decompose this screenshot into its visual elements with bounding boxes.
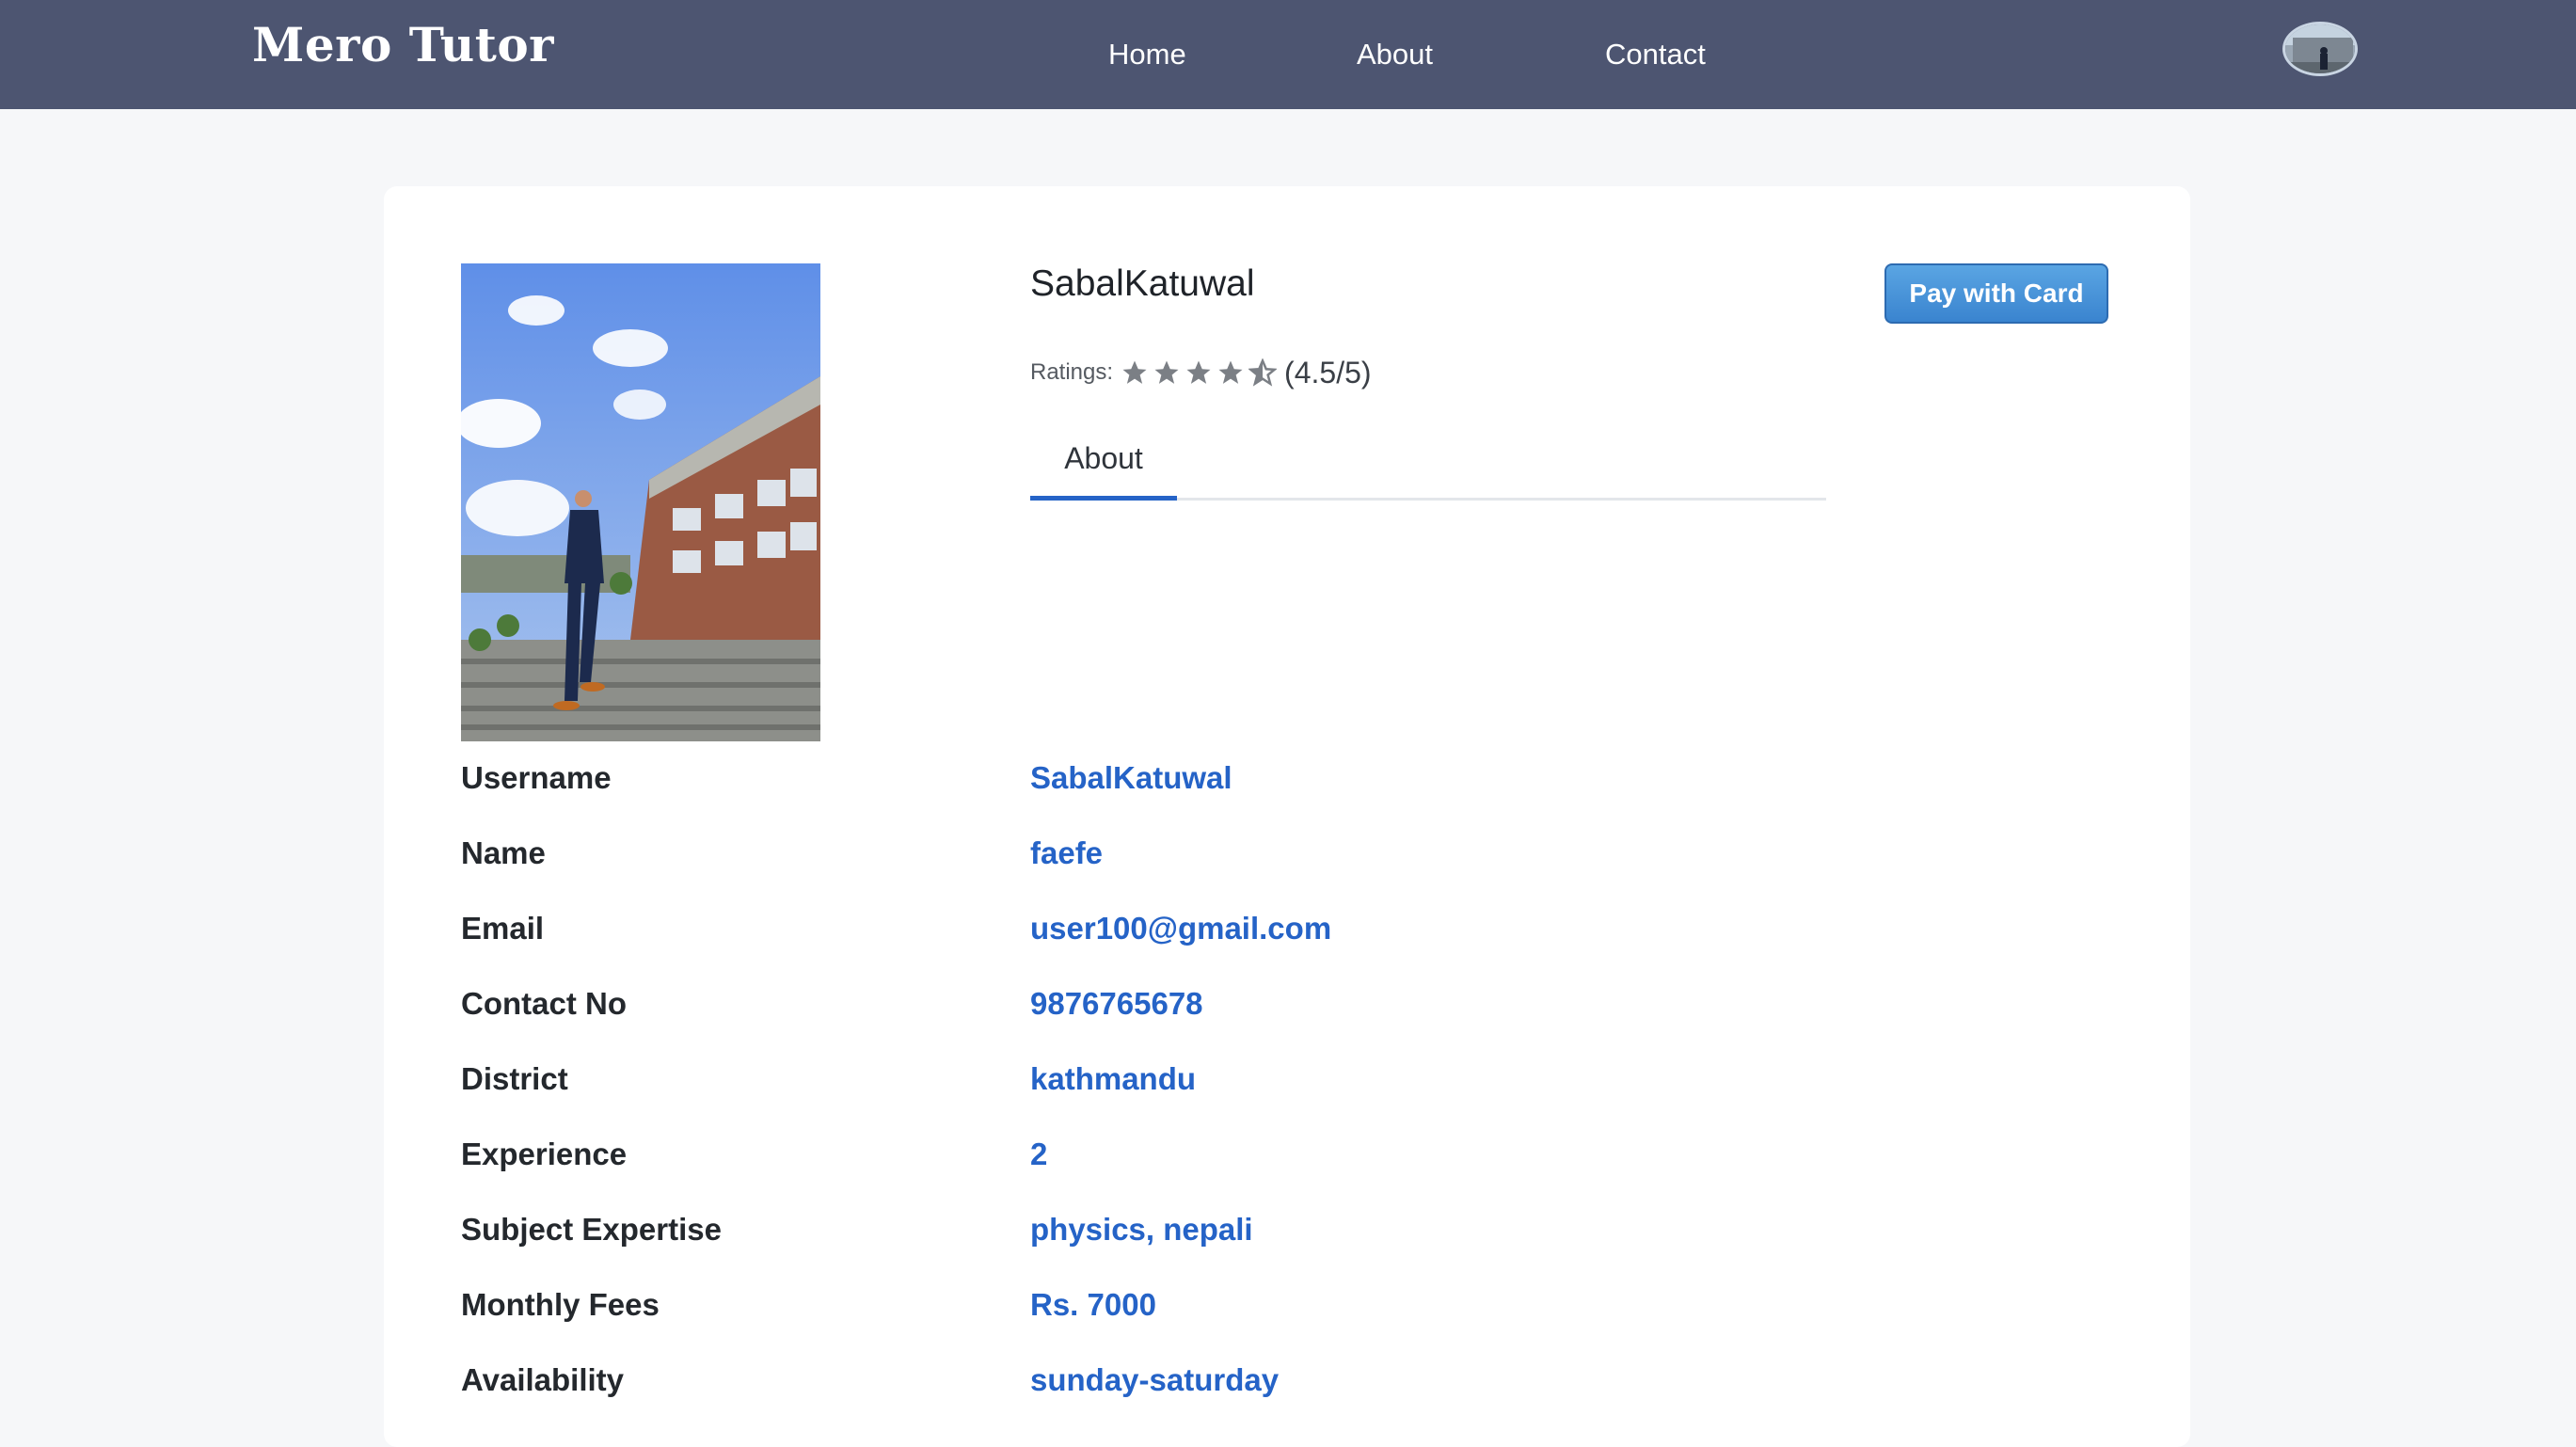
- detail-value: kathmandu: [1030, 1061, 1197, 1096]
- detail-row-availability: Availability sunday-saturday: [461, 1362, 2060, 1409]
- brand-logo-text[interactable]: Mero Tutor: [252, 17, 554, 72]
- star-full-icon: [1122, 360, 1147, 384]
- detail-row-district: District kathmandu: [461, 1061, 2060, 1108]
- detail-label: Name: [461, 835, 546, 870]
- ratings-row: Ratings: (4.5/5): [1030, 354, 1372, 391]
- profile-username-heading: SabalKatuwal: [1030, 263, 1255, 304]
- top-navbar: Mero Tutor Home About Contact: [0, 0, 2576, 109]
- detail-label: Monthly Fees: [461, 1287, 660, 1322]
- pay-with-card-button[interactable]: Pay with Card: [1884, 263, 2108, 324]
- star-full-icon: [1186, 360, 1211, 384]
- star-half-icon: [1248, 358, 1278, 387]
- tab-about[interactable]: About: [1030, 433, 1177, 501]
- detail-label: District: [461, 1061, 568, 1096]
- profile-photo: [461, 263, 820, 741]
- nav-link-about[interactable]: About: [1357, 38, 1433, 72]
- star-full-icon: [1218, 360, 1243, 384]
- detail-row-name: Name faefe: [461, 835, 2060, 883]
- nav-link-home[interactable]: Home: [1108, 38, 1186, 72]
- detail-label: Availability: [461, 1362, 625, 1397]
- detail-value: SabalKatuwal: [1030, 760, 1232, 795]
- star-full-icon: [1154, 360, 1179, 384]
- ratings-label: Ratings:: [1030, 359, 1114, 385]
- detail-value: sunday-saturday: [1030, 1362, 1280, 1397]
- detail-label: Email: [461, 911, 545, 946]
- user-avatar[interactable]: [2282, 22, 2358, 76]
- detail-row-email: Email user100@gmail.com: [461, 911, 2060, 958]
- detail-row-subject-expertise: Subject Expertise physics, nepali: [461, 1212, 2060, 1259]
- detail-value: 2: [1030, 1137, 1048, 1171]
- detail-label: Subject Expertise: [461, 1212, 722, 1247]
- detail-row-monthly-fees: Monthly Fees Rs. 7000: [461, 1287, 2060, 1334]
- detail-value: physics, nepali: [1030, 1212, 1253, 1247]
- detail-value: faefe: [1030, 835, 1104, 870]
- rating-value: (4.5/5): [1284, 355, 1372, 390]
- detail-value: user100@gmail.com: [1030, 911, 1332, 946]
- detail-row-experience: Experience 2: [461, 1137, 2060, 1184]
- detail-value: Rs. 7000: [1030, 1287, 1156, 1322]
- profile-tabs: About: [1030, 433, 1826, 501]
- detail-label: Contact No: [461, 986, 627, 1021]
- detail-row-contact-no: Contact No 9876765678: [461, 986, 2060, 1033]
- avatar-image: [2285, 24, 2355, 73]
- detail-label: Username: [461, 760, 612, 795]
- nav-link-contact[interactable]: Contact: [1605, 38, 1706, 72]
- detail-value: 9876765678: [1030, 986, 1203, 1021]
- detail-label: Experience: [461, 1137, 628, 1171]
- detail-row-username: Username SabalKatuwal: [461, 760, 2060, 807]
